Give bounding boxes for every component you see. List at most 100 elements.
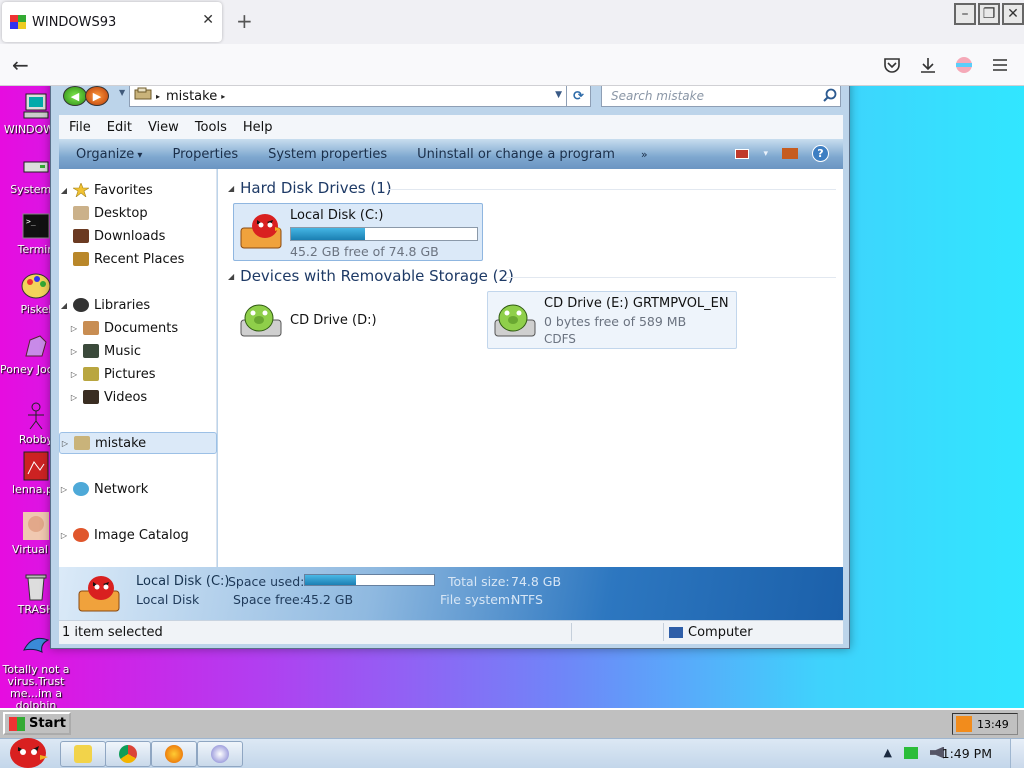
refresh-icon[interactable]: ⟳ (567, 86, 591, 107)
organize-button[interactable]: Organize (76, 147, 142, 162)
drive-icon (20, 150, 52, 182)
more-commands-icon[interactable]: » (641, 148, 648, 161)
computer-folder-icon (134, 87, 152, 105)
menu-bar: File Edit View Tools Help (59, 115, 843, 139)
details-total-size-value: 74.8 GB (511, 574, 562, 589)
host-start-orb-icon[interactable] (6, 733, 50, 768)
nav-item-pictures[interactable]: ▷ Pictures (59, 363, 217, 385)
host-restore-button[interactable]: ❐ (978, 3, 1000, 25)
taskbar-explorer-button[interactable] (60, 741, 106, 767)
chrome-icon (119, 745, 137, 763)
host-minimize-button[interactable]: – (954, 3, 976, 25)
collapse-icon[interactable]: ◢ (228, 272, 234, 281)
nav-item-downloads[interactable]: Downloads (59, 225, 217, 247)
collapse-icon[interactable]: ◢ (59, 186, 69, 195)
back-button[interactable]: ← (12, 53, 29, 77)
uninstall-button[interactable]: Uninstall or change a program (417, 147, 615, 162)
nav-item-label: Image Catalog (94, 527, 189, 543)
nav-item-recent-places[interactable]: Recent Places (59, 248, 217, 270)
expand-icon[interactable]: ▷ (59, 531, 69, 540)
face-icon (20, 510, 52, 542)
group-header-hard-disks[interactable]: ◢ Hard Disk Drives (1) (228, 179, 392, 197)
recent-pages-chevron-icon[interactable]: ▼ (119, 88, 125, 97)
collapse-icon[interactable]: ◢ (59, 301, 69, 310)
drive-tile-c[interactable]: Local Disk (C:) 45.2 GB free of 74.8 GB (233, 203, 483, 261)
address-dropdown-icon[interactable]: ▼ (555, 90, 562, 100)
explorer-window[interactable]: – □ ✕ ◀ ▶ ▼ ▸ mistake ▸ ▼ ⟳ Search mista… (50, 86, 850, 649)
menu-edit[interactable]: Edit (107, 120, 132, 135)
nav-item-label: Desktop (94, 205, 148, 221)
show-desktop-button[interactable] (1010, 739, 1024, 768)
downloads-icon[interactable] (919, 56, 937, 74)
host-clock[interactable]: 1:49 PM (942, 746, 992, 761)
drive-tile-e[interactable]: CD Drive (E:) GRTMPVOL_EN 0 bytes free o… (487, 291, 737, 349)
nav-item-videos[interactable]: ▷ Videos (59, 386, 217, 408)
collapse-icon[interactable]: ◢ (228, 184, 234, 193)
nav-item-libraries[interactable]: ◢ Libraries (59, 294, 217, 316)
details-usage-fill (305, 575, 357, 585)
nav-item-image-catalog[interactable]: ▷ Image Catalog (59, 524, 217, 546)
windows93-favicon-icon (10, 15, 26, 29)
breadcrumb[interactable]: mistake (166, 89, 217, 104)
breadcrumb-separator-icon[interactable]: ▸ (221, 92, 225, 101)
nav-item-label: Favorites (94, 182, 153, 198)
music-icon (83, 344, 99, 358)
expand-icon[interactable]: ▷ (69, 324, 79, 333)
address-bar[interactable]: ▸ mistake ▸ ▼ (129, 86, 567, 107)
details-space-used-label: Space used: (228, 574, 305, 589)
menu-file[interactable]: File (69, 120, 91, 135)
group-header-removable[interactable]: ◢ Devices with Removable Storage (2) (228, 267, 514, 285)
nav-item-desktop[interactable]: Desktop (59, 202, 217, 224)
expand-icon[interactable]: ▷ (59, 485, 69, 494)
tab-close-icon[interactable]: ✕ (202, 12, 214, 28)
nav-item-computer[interactable]: ▷ mistake (59, 432, 217, 454)
back-arrow-icon[interactable]: ◀ (63, 86, 87, 106)
trash-icon (20, 570, 52, 602)
new-tab-button[interactable]: + (236, 10, 253, 32)
preview-pane-icon[interactable] (782, 148, 798, 159)
status-divider (571, 623, 572, 641)
expand-icon[interactable]: ▷ (60, 439, 70, 448)
menu-view[interactable]: View (148, 120, 179, 135)
rss-icon[interactable] (956, 716, 972, 732)
menu-help[interactable]: Help (243, 120, 273, 135)
expand-icon[interactable]: ▷ (69, 393, 79, 402)
pocket-icon[interactable] (883, 56, 901, 74)
nav-item-documents[interactable]: ▷ Documents (59, 317, 217, 339)
menu-icon[interactable] (991, 56, 1009, 74)
expand-icon[interactable]: ▷ (69, 370, 79, 379)
host-close-button[interactable]: ✕ (1002, 3, 1024, 25)
view-options-chevron-icon[interactable]: ▾ (763, 149, 768, 159)
drive-tile-d[interactable]: CD Drive (D:) (233, 291, 483, 349)
taskbar-firefox-button[interactable] (151, 741, 197, 767)
menu-tools[interactable]: Tools (195, 120, 227, 135)
expand-icon[interactable]: ▷ (69, 347, 79, 356)
w93-tray: 13:49 (952, 713, 1018, 735)
show-hidden-icons-icon[interactable]: ▲ (884, 746, 892, 759)
status-bar: 1 item selected Computer (59, 620, 843, 644)
nav-item-favorites[interactable]: ◢ Favorites (59, 179, 217, 201)
taskbar-media-button[interactable] (197, 741, 243, 767)
details-usage-bar (304, 574, 435, 586)
group-divider (506, 277, 836, 278)
system-properties-button[interactable]: System properties (268, 147, 387, 162)
nav-item-music[interactable]: ▷ Music (59, 340, 217, 362)
search-icon[interactable] (823, 88, 837, 106)
angry-bird-drive-icon (237, 210, 285, 254)
drive-free-space: 45.2 GB free of 74.8 GB (290, 244, 439, 259)
battery-icon[interactable] (904, 746, 918, 759)
taskbar-chrome-button[interactable] (105, 741, 151, 767)
properties-button[interactable]: Properties (172, 147, 238, 162)
star-icon (71, 182, 91, 198)
forward-arrow-icon[interactable]: ▶ (85, 86, 109, 106)
help-icon[interactable]: ? (812, 145, 829, 162)
search-input[interactable]: Search mistake (601, 86, 841, 107)
change-view-icon[interactable] (735, 148, 750, 159)
breadcrumb-separator-icon: ▸ (156, 91, 161, 101)
green-pig-cd-icon (237, 298, 285, 342)
nav-item-network[interactable]: ▷ Network (59, 478, 217, 500)
w93-taskbar: Start 13:49 (0, 708, 1024, 738)
browser-tab[interactable]: WINDOWS93 ✕ (2, 2, 222, 42)
account-icon[interactable] (955, 56, 973, 74)
start-button[interactable]: Start (3, 712, 71, 735)
